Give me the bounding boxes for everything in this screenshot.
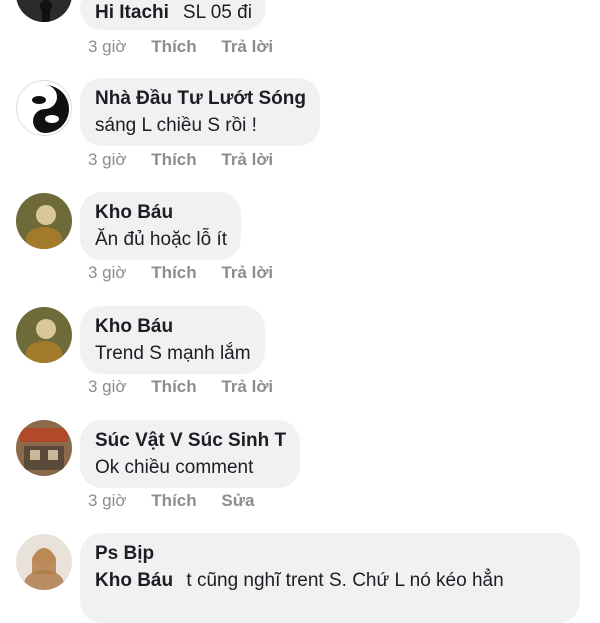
avatar[interactable] xyxy=(16,307,72,363)
comment-text: Ăn đủ hoặc lỗ ít xyxy=(95,229,228,250)
comment-text: t cũng nghĩ trent S. Chứ L nó kéo hẳn xyxy=(186,570,504,591)
comment-author[interactable]: Nhà Đầu Tư Lướt Sóng xyxy=(95,86,306,112)
comment-text: sáng L chiều S rồi ! xyxy=(95,115,257,136)
like-button[interactable]: Thích xyxy=(151,377,196,396)
comment-text-line: Kho Báu t cũng nghĩ trent S. Chứ L nó ké… xyxy=(95,567,566,595)
comment-author[interactable]: Kho Báu xyxy=(95,200,227,226)
reply-button[interactable]: Trả lời xyxy=(221,377,273,396)
comment-bubble: Kho Báu Ăn đủ hoặc lỗ ít xyxy=(80,192,242,260)
like-button[interactable]: Thích xyxy=(151,491,196,510)
comment-author[interactable]: Ps Bịp xyxy=(95,541,566,567)
comment-author[interactable]: Hi Itachi xyxy=(95,0,169,26)
comment-time[interactable]: 3 giờ xyxy=(88,263,127,282)
comment-time[interactable]: 3 giờ xyxy=(88,377,127,396)
avatar-portrait-icon xyxy=(16,193,72,249)
comment-text: Ok chiều comment xyxy=(95,457,254,478)
avatar[interactable] xyxy=(16,420,72,476)
avatar[interactable] xyxy=(16,80,72,136)
comment-actions: 3 giờ Thích Trả lời xyxy=(88,150,293,170)
avatar[interactable] xyxy=(16,534,72,590)
reply-button[interactable]: Trả lời xyxy=(221,150,273,169)
comment-bubble: Súc Vật V Súc Sinh T Ok chiều comment xyxy=(80,420,301,488)
comment-actions: 3 giờ Thích Sửa xyxy=(88,491,274,511)
edit-button[interactable]: Sửa xyxy=(221,491,254,510)
comment-time[interactable]: 3 giờ xyxy=(88,37,127,56)
comment-time[interactable]: 3 giờ xyxy=(88,150,127,169)
comment-author[interactable]: Kho Báu xyxy=(95,314,251,340)
avatar-portrait-icon xyxy=(16,307,72,363)
comment-author[interactable]: Súc Vật V Súc Sinh T xyxy=(95,428,286,454)
comment-time[interactable]: 3 giờ xyxy=(88,491,127,510)
comment-actions: 3 giờ Thích Trả lời xyxy=(88,377,293,397)
comment-text: SL 05 đi xyxy=(182,2,252,23)
avatar-figure-icon xyxy=(16,0,72,22)
avatar[interactable] xyxy=(16,193,72,249)
like-button[interactable]: Thích xyxy=(151,37,196,56)
mention-tag[interactable]: Kho Báu xyxy=(95,570,173,591)
comment-actions: 3 giờ Thích Trả lời xyxy=(88,263,293,283)
bull-bear-logo-icon xyxy=(19,83,71,135)
comment-author-line: Hi Itachi SL 05 đi xyxy=(95,0,252,26)
avatar-street-icon xyxy=(16,420,72,476)
comment-bubble: Kho Báu Trend S mạnh lắm xyxy=(80,306,265,374)
reply-button[interactable]: Trả lời xyxy=(221,263,273,282)
avatar-portrait-icon xyxy=(16,534,72,590)
avatar[interactable] xyxy=(16,0,72,22)
comment-bubble: Ps Bịp Kho Báu t cũng nghĩ trent S. Chứ … xyxy=(80,533,580,623)
comment-bubble: Nhà Đầu Tư Lướt Sóng sáng L chiều S rồi … xyxy=(80,78,320,146)
like-button[interactable]: Thích xyxy=(151,263,196,282)
comment-text: Trend S mạnh lắm xyxy=(95,343,251,364)
like-button[interactable]: Thích xyxy=(151,150,196,169)
reply-button[interactable]: Trả lời xyxy=(221,37,273,56)
comment-bubble: Hi Itachi SL 05 đi xyxy=(80,0,266,30)
comment-actions: 3 giờ Thích Trả lời xyxy=(88,37,293,57)
